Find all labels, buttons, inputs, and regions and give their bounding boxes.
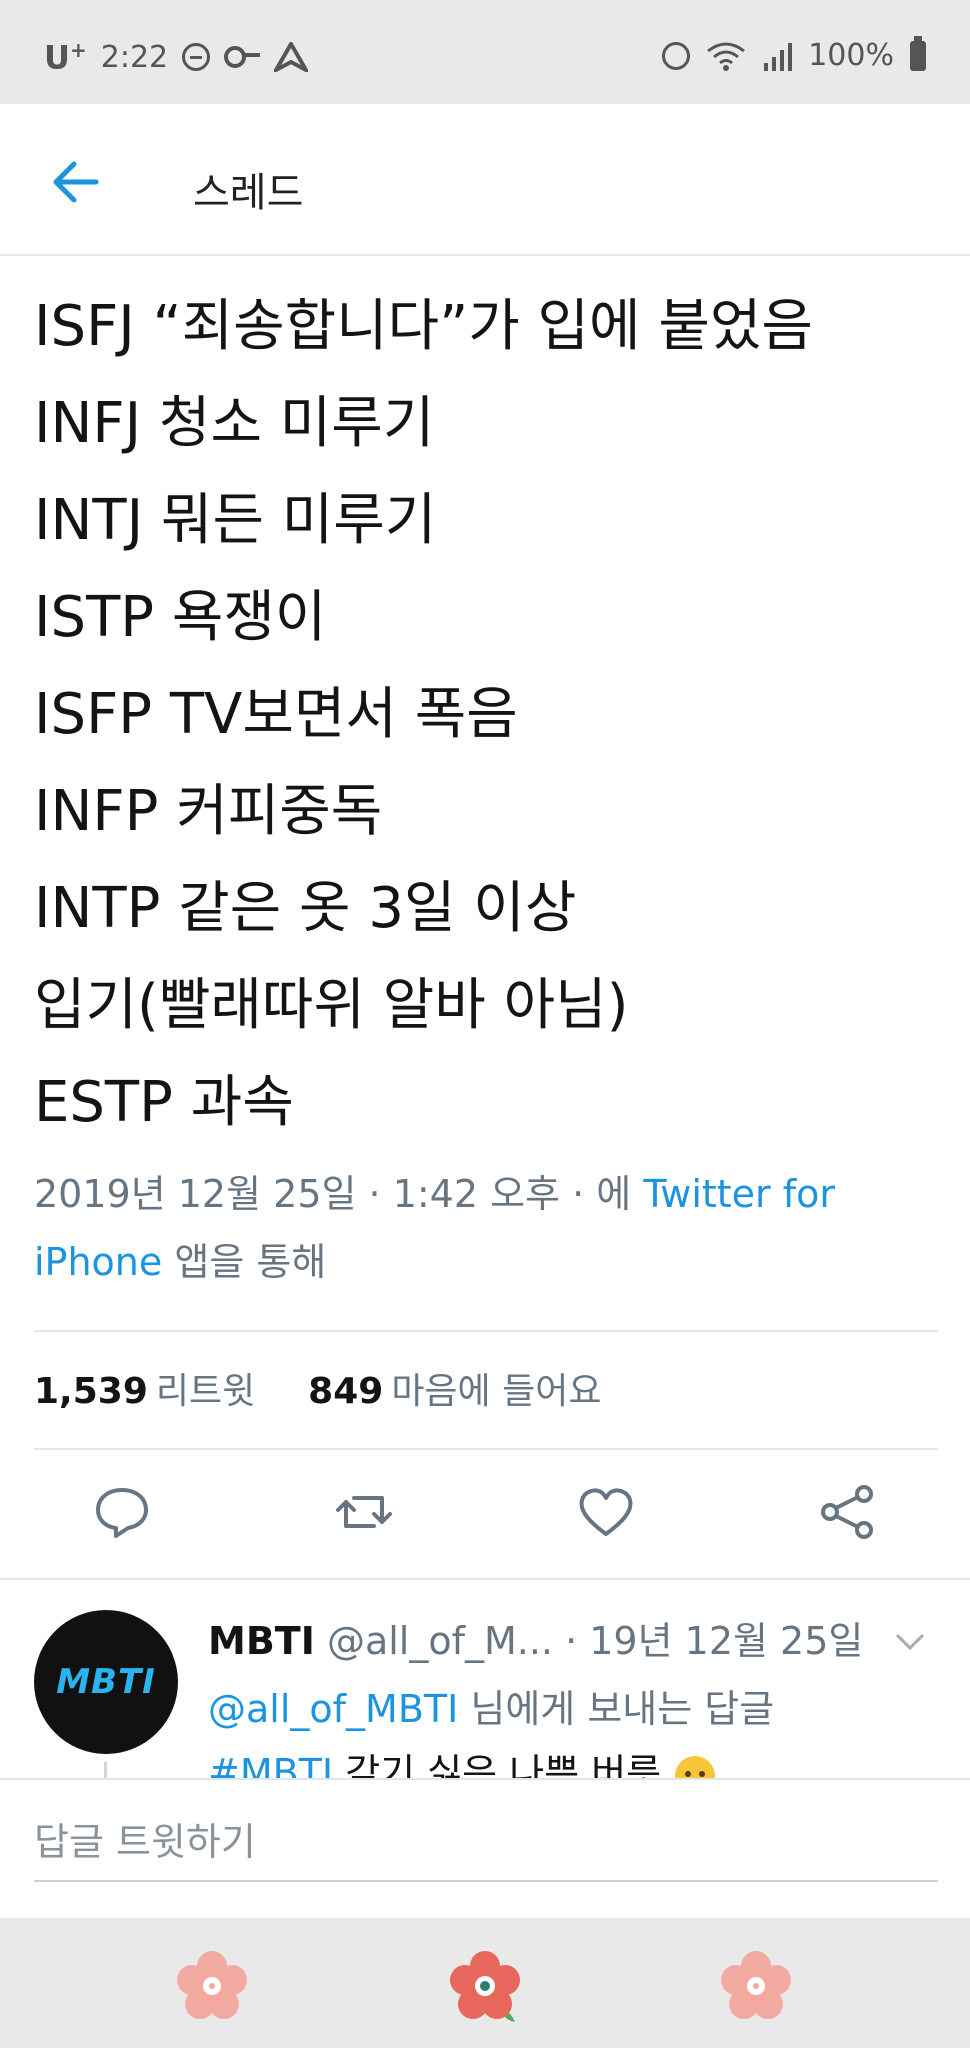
back-arrow-icon	[53, 161, 99, 203]
nav-back-button[interactable]	[716, 1946, 796, 2026]
tweet-line: 입기(빨래따위 알바 아님)	[34, 973, 629, 1038]
nav-home-button[interactable]	[445, 1946, 525, 2026]
heart-icon	[579, 1488, 633, 1536]
tweet-line: INFP 커피중독	[34, 779, 383, 844]
carrier-plus: +	[69, 38, 87, 62]
battery-icon	[910, 35, 926, 71]
reply-compose-input[interactable]: 답글 트윗하기	[34, 1804, 938, 1882]
vpn-key-icon	[224, 46, 261, 69]
signal-icon	[764, 42, 793, 71]
system-nav-bar	[0, 1918, 970, 2048]
share-icon	[821, 1485, 873, 1539]
retweet-icon	[336, 1496, 392, 1528]
carrier-name: U	[44, 38, 70, 77]
carrier-label: U+	[44, 38, 87, 77]
back-button[interactable]	[48, 154, 104, 210]
thinking-emoji-icon	[675, 1755, 716, 1778]
flower-back-icon	[721, 1951, 791, 2019]
likes-count: 849	[308, 1371, 384, 1412]
tweet-line: INFJ 청소 미루기	[34, 391, 435, 456]
reply-author-handle: @all_of_M...	[326, 1619, 553, 1663]
reply-date: · 19년 12월 25일	[565, 1619, 864, 1663]
thread-connector	[104, 1762, 107, 1778]
flower-recent-icon	[177, 1951, 247, 2019]
chevron-down-icon	[896, 1634, 924, 1651]
tweet-source-suffix: 앱을 통해	[162, 1240, 327, 1284]
status-bar: U+ 2:22 100%	[0, 0, 970, 104]
tweet-line: ISFP TV보면서 폭음	[34, 682, 518, 747]
like-button[interactable]	[574, 1480, 638, 1544]
status-time: 2:22	[100, 39, 169, 75]
reply-mention-link[interactable]: @all_of_MBTI	[208, 1687, 458, 1731]
tweet-line: ESTP 과속	[34, 1070, 294, 1135]
retweet-button[interactable]	[332, 1480, 396, 1544]
likes-label: 마음에 들어요	[391, 1371, 602, 1412]
divider	[34, 1448, 938, 1450]
reply-button[interactable]	[90, 1480, 154, 1544]
reply-author-name[interactable]: MBTI	[208, 1619, 315, 1663]
reply-icon	[96, 1488, 148, 1538]
retweets-stat[interactable]: 1,539 리트윗	[34, 1371, 255, 1412]
compose-bar: 답글 트윗하기	[0, 1778, 970, 1920]
retweets-count: 1,539	[34, 1371, 148, 1412]
tweet-line: ISFJ “죄송합니다”가 입에 붙었음	[34, 294, 813, 359]
navigation-icon	[274, 42, 309, 73]
reply-header: MBTI @all_of_M... · 19년 12월 25일	[208, 1610, 863, 1665]
replying-to: @all_of_MBTI 님에게 보내는 답글	[208, 1678, 774, 1733]
reply-options-button[interactable]	[890, 1622, 930, 1662]
nav-recent-button[interactable]	[172, 1946, 252, 2026]
tweet-text: ISFJ “죄송합니다”가 입에 붙었음 INFJ 청소 미루기 INTJ 뭐든…	[34, 278, 813, 1151]
tweet-line: INTP 같은 옷 3일 이상	[34, 876, 577, 941]
do-not-disturb-icon	[182, 43, 211, 72]
reply-tweet[interactable]: MBTI MBTI @all_of_M... · 19년 12월 25일 @al…	[0, 1582, 970, 1778]
divider	[34, 1330, 938, 1332]
replying-to-label: 님에게 보내는 답글	[458, 1687, 775, 1731]
tweet-actions	[0, 1470, 970, 1558]
reply-text-body: 갖기 싫은 나쁜 버릇	[333, 1751, 662, 1778]
tweet-timestamp: 2019년 12월 25일 · 1:42 오후 · 에	[34, 1172, 644, 1216]
divider	[0, 1578, 970, 1580]
tweet-stats: 1,539 리트윗 849 마음에 들어요	[34, 1362, 601, 1414]
reply-hashtag[interactable]: #MBTI	[208, 1751, 333, 1778]
reply-text: #MBTI 갖기 싫은 나쁜 버릇	[208, 1742, 717, 1778]
app-bar: 스레드	[0, 104, 970, 256]
avatar-logo-text: MBTI	[56, 1662, 156, 1702]
tweet-meta: 2019년 12월 25일 · 1:42 오후 · 에 Twitter for …	[34, 1160, 874, 1296]
retweets-label: 리트윗	[155, 1371, 256, 1412]
flower-home-icon	[450, 1951, 520, 2022]
tweet-line: ISTP 욕쟁이	[34, 585, 327, 650]
tweet-line: INTJ 뭐든 미루기	[34, 488, 437, 553]
wifi-icon	[707, 42, 746, 71]
battery-percent: 100%	[808, 38, 894, 73]
avatar[interactable]: MBTI	[34, 1610, 178, 1754]
share-button[interactable]	[816, 1480, 880, 1544]
likes-stat[interactable]: 849 마음에 들어요	[308, 1371, 601, 1412]
page-title: 스레드	[193, 170, 304, 216]
alarm-icon	[662, 41, 691, 70]
